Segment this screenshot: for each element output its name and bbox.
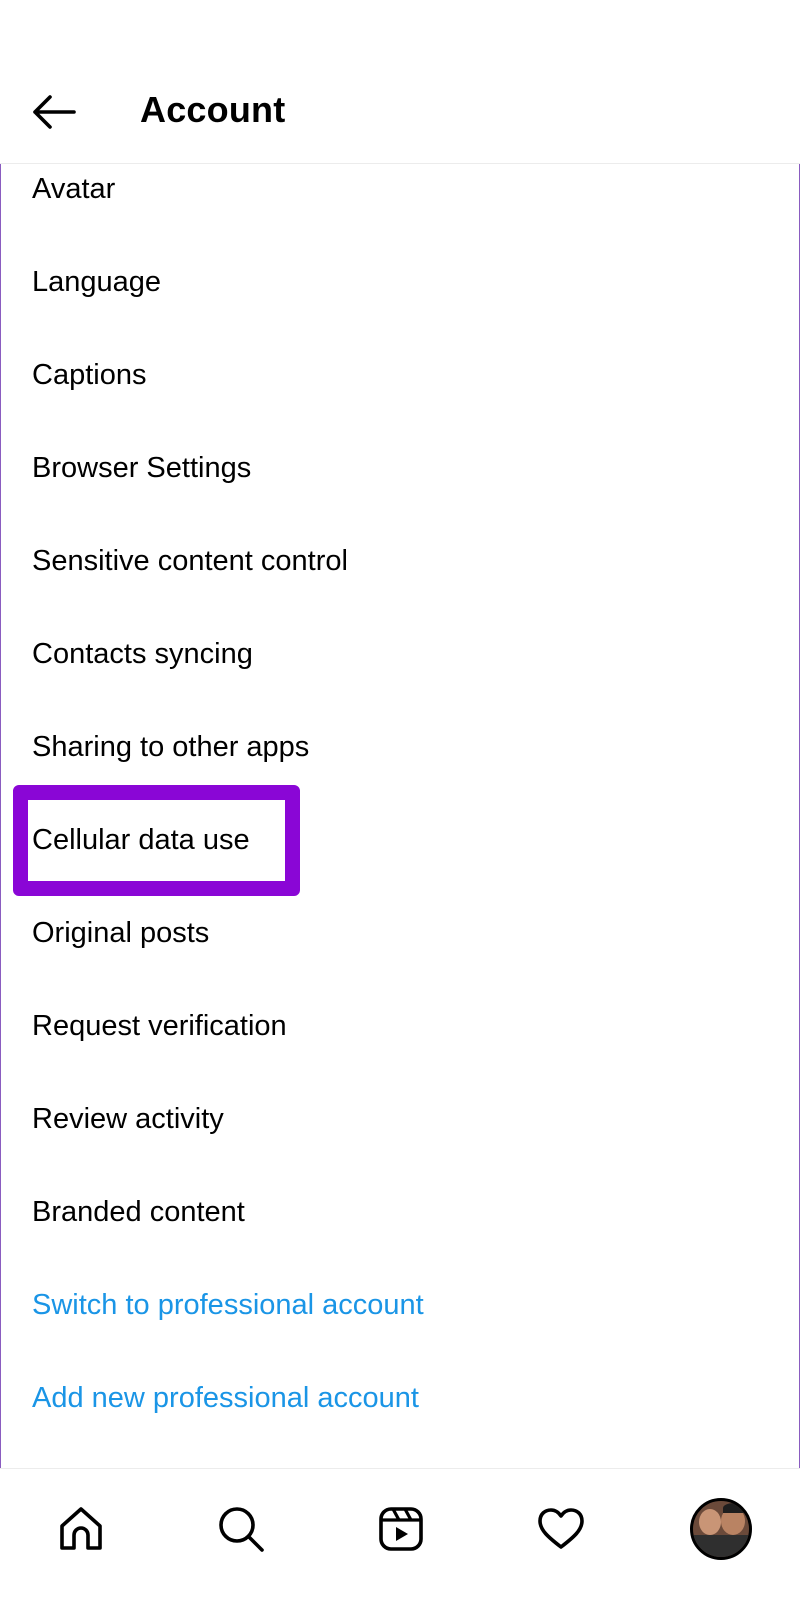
reels-icon <box>379 1507 423 1551</box>
menu-item-label: Avatar <box>32 172 116 205</box>
profile-avatar <box>690 1498 752 1560</box>
menu-item-label: Contacts syncing <box>32 637 253 670</box>
home-icon <box>60 1507 102 1550</box>
menu-item-browser-settings[interactable]: Browser Settings <box>0 421 800 514</box>
menu-item-cellular-data-use[interactable]: Cellular data use <box>0 793 800 886</box>
menu-item-label: Switch to professional account <box>32 1288 424 1321</box>
menu-item-label: Sensitive content control <box>32 544 348 577</box>
add-new-professional-account-link[interactable]: Add new professional account <box>0 1351 800 1444</box>
menu-item-label: Original posts <box>32 916 210 949</box>
menu-item-original-posts[interactable]: Original posts <box>0 886 800 979</box>
menu-item-captions[interactable]: Captions <box>0 328 800 421</box>
page-title: Account <box>140 89 286 130</box>
switch-to-professional-account-link[interactable]: Switch to professional account <box>0 1258 800 1351</box>
nav-activity-button[interactable] <box>521 1489 601 1569</box>
menu-item-label: Request verification <box>32 1009 287 1042</box>
menu-item-language[interactable]: Language <box>0 235 800 328</box>
menu-item-sharing-to-other-apps[interactable]: Sharing to other apps <box>0 700 800 793</box>
menu-item-contacts-syncing[interactable]: Contacts syncing <box>0 607 800 700</box>
search-icon <box>219 1507 264 1552</box>
nav-profile-button[interactable] <box>681 1489 761 1569</box>
nav-reels-button[interactable] <box>361 1489 441 1569</box>
menu-item-label: Language <box>32 265 162 298</box>
nav-home-button[interactable] <box>41 1489 121 1569</box>
top-app-bar: Account <box>0 0 800 164</box>
menu-item-sensitive-content-control[interactable]: Sensitive content control <box>0 514 800 607</box>
menu-item-label: Cellular data use <box>32 823 250 856</box>
menu-item-branded-content[interactable]: Branded content <box>0 1165 800 1258</box>
menu-item-label: Branded content <box>32 1195 245 1228</box>
nav-search-button[interactable] <box>201 1489 281 1569</box>
menu-item-request-verification[interactable]: Request verification <box>0 979 800 1072</box>
bottom-navigation-bar <box>0 1468 800 1599</box>
heart-icon <box>538 1508 584 1549</box>
menu-item-label: Sharing to other apps <box>32 730 310 763</box>
account-settings-list: Avatar Language Captions Browser Setting… <box>0 142 800 1444</box>
menu-item-review-activity[interactable]: Review activity <box>0 1072 800 1165</box>
menu-item-avatar[interactable]: Avatar <box>0 142 800 235</box>
back-button[interactable] <box>24 82 84 142</box>
menu-item-label: Browser Settings <box>32 451 252 484</box>
menu-item-label: Add new professional account <box>32 1381 419 1414</box>
menu-item-label: Review activity <box>32 1102 224 1135</box>
arrow-left-icon <box>33 95 76 129</box>
menu-item-label: Captions <box>32 358 147 391</box>
